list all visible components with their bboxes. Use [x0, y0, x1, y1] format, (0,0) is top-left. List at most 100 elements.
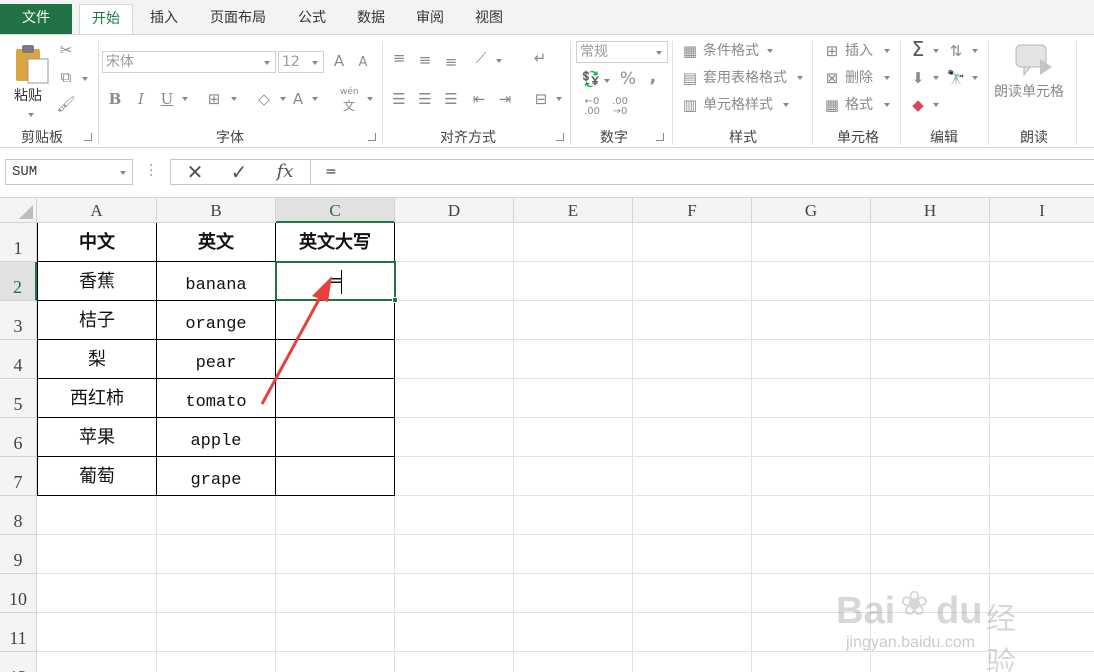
conditional-format-button[interactable]: 条件格式 — [703, 42, 759, 60]
column-header-g[interactable]: G — [752, 198, 871, 223]
row-header-1[interactable]: 1 — [0, 223, 37, 262]
decrease-font-icon[interactable]: A — [354, 54, 372, 72]
increase-indent-icon[interactable]: ⇥ — [496, 90, 514, 108]
increase-font-icon[interactable]: A — [330, 52, 348, 70]
orientation-icon[interactable]: ⟋ — [470, 49, 492, 67]
row-header-11[interactable]: 11 — [0, 613, 37, 652]
column-header-i[interactable]: I — [990, 198, 1094, 223]
cancel-icon[interactable]: ✕ — [183, 160, 207, 184]
cell-a3[interactable]: 桔子 — [38, 301, 156, 340]
row-header-2[interactable]: 2 — [0, 262, 37, 301]
cell-c7[interactable] — [276, 457, 394, 496]
row-header-4[interactable]: 4 — [0, 340, 37, 379]
watermark-brand-cn: 经验 — [986, 602, 1016, 672]
tab-data[interactable]: 数据 — [347, 4, 395, 34]
row-header-10[interactable]: 10 — [0, 574, 37, 613]
font-color-icon[interactable]: A — [288, 90, 308, 108]
cell-b6[interactable]: apple — [157, 418, 275, 457]
align-top-icon[interactable]: ≡ — [390, 49, 408, 67]
decrease-decimal-icon[interactable]: .00 →0 — [608, 97, 632, 117]
format-painter-icon[interactable]: 🖌 — [56, 95, 76, 113]
font-launcher-icon[interactable] — [368, 133, 376, 141]
cell-styles-button[interactable]: 单元格样式 — [703, 96, 773, 114]
cell-c1[interactable]: 英文大写 — [276, 223, 394, 262]
delete-cells-button[interactable]: 删除 — [845, 69, 873, 87]
insert-cells-button[interactable]: 插入 — [845, 42, 873, 60]
cut-icon[interactable]: ✂ — [56, 41, 76, 59]
column-header-d[interactable]: D — [395, 198, 514, 223]
increase-decimal-icon[interactable]: ←0.00 — [580, 97, 604, 117]
wrap-text-icon[interactable]: ↵ — [530, 49, 550, 67]
fill-handle[interactable] — [392, 297, 398, 303]
clear-icon[interactable]: ◆ — [908, 96, 928, 114]
tab-view[interactable]: 视图 — [465, 4, 513, 34]
cell-c6[interactable] — [276, 418, 394, 457]
phonetic-button[interactable]: wén 文 — [338, 87, 362, 113]
font-size-combo[interactable]: 12 — [278, 51, 324, 73]
comma-button[interactable]: , — [646, 68, 660, 86]
select-all-button[interactable] — [0, 198, 37, 223]
name-box[interactable]: SUM — [5, 159, 133, 185]
fill-down-icon[interactable]: ⬇ — [908, 69, 928, 87]
formula-input[interactable]: = — [310, 159, 1094, 185]
cell-a5[interactable]: 西红柿 — [38, 379, 156, 418]
column-header-h[interactable]: H — [871, 198, 990, 223]
row-header-3[interactable]: 3 — [0, 301, 37, 340]
row-header-6[interactable]: 6 — [0, 418, 37, 457]
percent-button[interactable]: % — [618, 70, 638, 88]
align-center-icon[interactable]: ☰ — [416, 90, 434, 108]
align-bottom-icon[interactable]: ≡ — [442, 53, 460, 71]
cell-a7[interactable]: 葡萄 — [38, 457, 156, 496]
phonetic-icon: 文 — [343, 99, 356, 113]
row-header-9[interactable]: 9 — [0, 535, 37, 574]
fill-color-icon[interactable]: ◇ — [254, 90, 274, 108]
clipboard-launcher-icon[interactable] — [84, 133, 92, 141]
paste-button[interactable]: 粘贴 — [8, 41, 52, 121]
tab-insert[interactable]: 插入 — [140, 4, 188, 34]
enter-icon[interactable]: ✓ — [227, 160, 251, 184]
border-icon[interactable]: ⊞ — [204, 90, 224, 108]
align-left-icon[interactable]: ☰ — [390, 90, 408, 108]
tab-home[interactable]: 开始 — [79, 4, 133, 35]
font-name-combo[interactable]: 宋体 — [102, 51, 276, 73]
column-header-a[interactable]: A — [37, 198, 157, 223]
watermark-url: jingyan.baidu.com — [846, 634, 975, 651]
format-cells-button[interactable]: 格式 — [845, 96, 873, 114]
row-header-12[interactable]: 12 — [0, 652, 37, 672]
format-as-table-button[interactable]: 套用表格格式 — [703, 69, 787, 87]
merge-center-icon[interactable]: ⊟ — [530, 90, 552, 108]
align-middle-icon[interactable]: ≡ — [416, 51, 434, 69]
cell-a4[interactable]: 梨 — [38, 340, 156, 379]
tab-page-layout[interactable]: 页面布局 — [200, 4, 276, 34]
column-header-f[interactable]: F — [633, 198, 752, 223]
alignment-launcher-icon[interactable] — [556, 133, 564, 141]
autosum-icon[interactable]: Σ — [908, 39, 928, 59]
row-header-7[interactable]: 7 — [0, 457, 37, 496]
cell-b7[interactable]: grape — [157, 457, 275, 496]
cell-a2[interactable]: 香蕉 — [38, 262, 156, 301]
underline-button[interactable]: U — [158, 90, 176, 108]
row-header-8[interactable]: 8 — [0, 496, 37, 535]
row-header-5[interactable]: 5 — [0, 379, 37, 418]
cell-b1[interactable]: 英文 — [157, 223, 275, 262]
copy-icon[interactable]: ⧉ — [56, 68, 76, 86]
sort-filter-icon[interactable]: ⇅ — [946, 42, 966, 60]
number-format-combo[interactable]: 常规 — [576, 41, 668, 63]
cell-a1[interactable]: 中文 — [38, 223, 156, 262]
number-launcher-icon[interactable] — [656, 133, 664, 141]
column-header-b[interactable]: B — [157, 198, 276, 223]
tab-review[interactable]: 审阅 — [406, 4, 454, 34]
column-header-e[interactable]: E — [514, 198, 633, 223]
tab-file[interactable]: 文件 — [0, 4, 72, 34]
find-select-icon[interactable]: 🔭 — [946, 69, 966, 87]
insert-function-icon[interactable]: fx — [271, 160, 299, 184]
bold-button[interactable]: B — [106, 90, 124, 108]
tab-formulas[interactable]: 公式 — [288, 4, 336, 34]
accounting-format-icon[interactable]: 💱 — [580, 70, 602, 88]
column-header-c[interactable]: C — [276, 198, 395, 223]
read-cell-button[interactable]: 朗读单元格 — [992, 43, 1074, 113]
align-right-icon[interactable]: ☰ — [442, 90, 460, 108]
italic-button[interactable]: I — [132, 90, 150, 108]
decrease-indent-icon[interactable]: ⇤ — [470, 90, 488, 108]
cell-a6[interactable]: 苹果 — [38, 418, 156, 457]
